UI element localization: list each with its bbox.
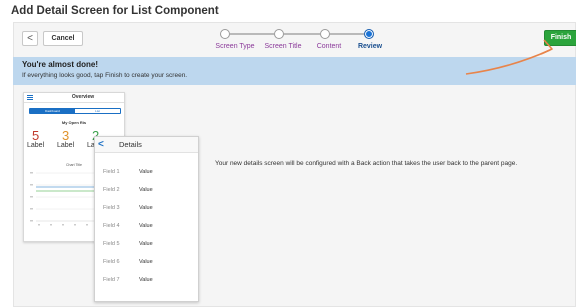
detail-row: Field 7 Value	[95, 277, 198, 295]
step-label-screen-title[interactable]: Screen Title	[265, 43, 302, 50]
step-connector	[284, 33, 320, 35]
detail-field-label: Field 5	[103, 241, 120, 247]
detail-preview-title: Details	[119, 140, 142, 149]
chevron-left-icon: <	[98, 139, 104, 150]
step-dot-review[interactable]	[364, 29, 374, 39]
detail-field-label: Field 2	[103, 187, 120, 193]
page-title: Add Detail Screen for List Component	[11, 5, 219, 17]
detail-field-value: Value	[139, 277, 153, 283]
detail-field-value: Value	[139, 205, 153, 211]
detail-row: Field 4 Value	[95, 223, 198, 241]
banner-title: You're almost done!	[22, 60, 98, 69]
finish-button[interactable]: Finish	[544, 30, 576, 46]
step-connector	[330, 33, 364, 35]
detail-field-label: Field 4	[103, 223, 120, 229]
detail-row: Field 1 Value	[95, 169, 198, 187]
wizard-stepper: Screen Type Screen Title Content Review	[210, 27, 400, 55]
step-label-content[interactable]: Content	[317, 43, 342, 50]
preview-tab-dashboard: Dashboard	[30, 109, 75, 113]
detail-field-value: Value	[139, 241, 153, 247]
detail-field-label: Field 1	[103, 169, 120, 175]
step-label-review[interactable]: Review	[358, 43, 382, 50]
detail-field-value: Value	[139, 259, 153, 265]
step-dot-screen-title[interactable]	[274, 29, 284, 39]
cancel-button[interactable]: Cancel	[43, 31, 83, 46]
step-dot-screen-type[interactable]	[220, 29, 230, 39]
detail-row: Field 6 Value	[95, 259, 198, 277]
detail-field-label: Field 7	[103, 277, 120, 283]
detail-field-value: Value	[139, 187, 153, 193]
info-banner: You're almost done! If everything looks …	[13, 57, 576, 85]
review-description: Your new details screen will be configur…	[215, 160, 518, 167]
detail-row: Field 5 Value	[95, 241, 198, 259]
step-connector	[230, 33, 274, 35]
preview-title: Overview	[71, 94, 95, 100]
kpi-label: Label	[27, 142, 45, 149]
detail-row: Field 2 Value	[95, 187, 198, 205]
detail-preview-header: < Details	[95, 137, 198, 153]
step-label-screen-type[interactable]: Screen Type	[215, 43, 254, 50]
banner-message: If everything looks good, tap Finish to …	[22, 72, 188, 79]
preview-tab-list: List	[95, 109, 100, 113]
back-button[interactable]: <	[22, 31, 38, 46]
kpi-value: 3	[62, 128, 70, 143]
kpi-value: 5	[32, 128, 40, 143]
detail-field-label: Field 3	[103, 205, 120, 211]
step-dot-content[interactable]	[320, 29, 330, 39]
preview-tabs: Dashboard List	[29, 108, 121, 114]
detail-field-value: Value	[139, 169, 153, 175]
kpi-label: Label	[57, 142, 75, 149]
detail-field-value: Value	[139, 223, 153, 229]
detail-field-label: Field 6	[103, 259, 120, 265]
preview-header: Overview	[24, 93, 124, 103]
detail-row: Field 3 Value	[95, 205, 198, 223]
preview-subtitle: My Open Ris	[61, 120, 87, 125]
detail-screen-preview: < Details Field 1 Value Field 2 Value Fi…	[94, 136, 199, 302]
